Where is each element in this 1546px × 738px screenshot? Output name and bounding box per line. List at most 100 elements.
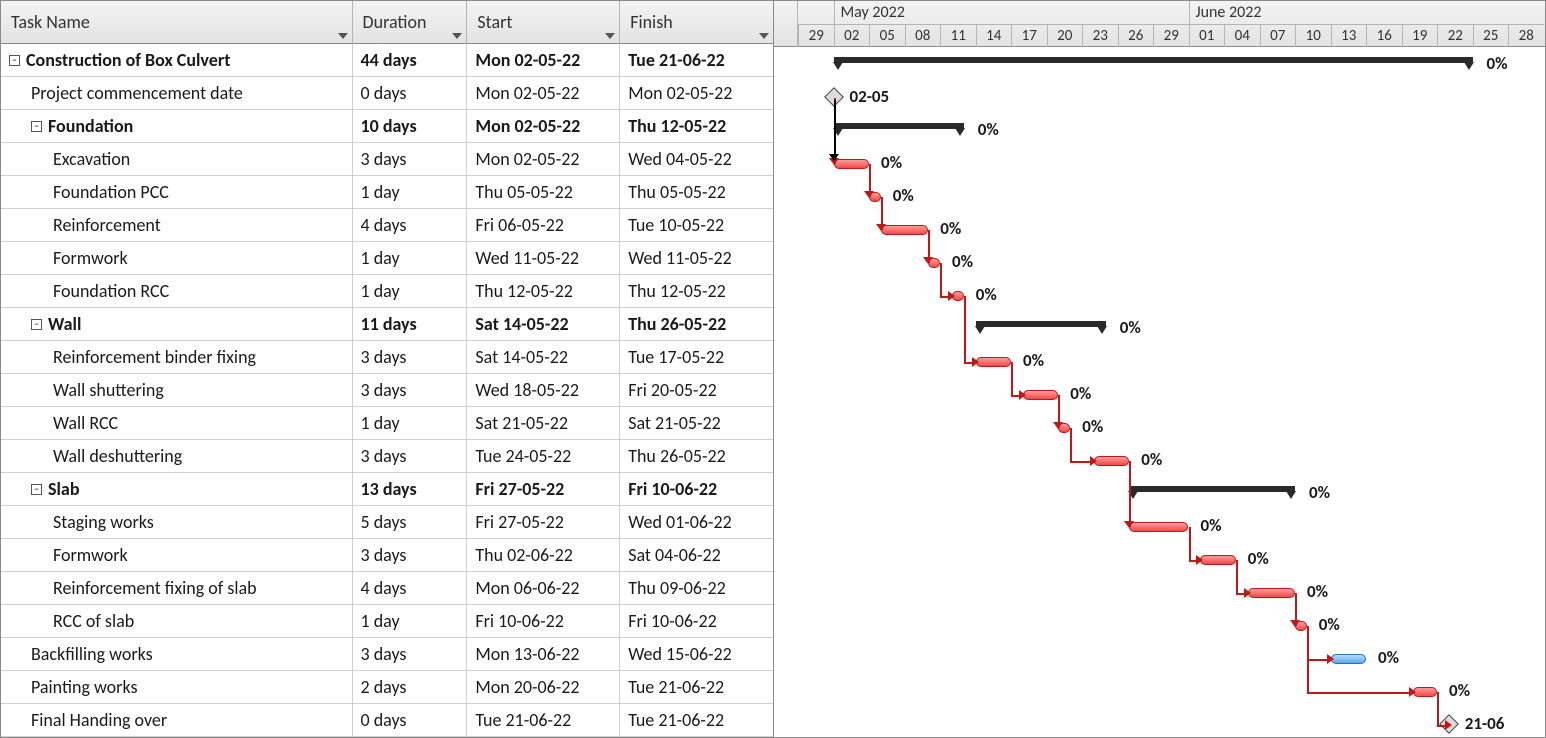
cell-duration[interactable]: 44 days (353, 44, 468, 76)
table-row[interactable]: Wall shuttering3 daysWed 18-05-22Fri 20-… (1, 374, 773, 407)
cell-start[interactable]: Mon 02-05-22 (467, 110, 620, 142)
cell-task-name[interactable]: Final Handing over (1, 704, 353, 736)
cell-task-name[interactable]: Reinforcement binder fixing (1, 341, 353, 373)
table-row[interactable]: Project commencement date0 daysMon 02-05… (1, 77, 773, 110)
cell-finish[interactable]: Wed 01-06-22 (620, 506, 773, 538)
cell-start[interactable]: Fri 06-05-22 (467, 209, 620, 241)
cell-start[interactable]: Mon 02-05-22 (467, 143, 620, 175)
cell-start[interactable]: Fri 27-05-22 (467, 473, 620, 505)
table-row[interactable]: Formwork1 dayWed 11-05-22Wed 11-05-22 (1, 242, 773, 275)
cell-duration[interactable]: 3 days (353, 638, 468, 670)
cell-duration[interactable]: 1 day (353, 275, 468, 307)
cell-duration[interactable]: 4 days (353, 572, 468, 604)
cell-finish[interactable]: Tue 21-06-22 (620, 671, 773, 703)
cell-start[interactable]: Tue 21-06-22 (467, 704, 620, 736)
cell-duration[interactable]: 0 days (353, 704, 468, 736)
table-row[interactable]: −Construction of Box Culvert44 daysMon 0… (1, 44, 773, 77)
cell-task-name[interactable]: Backfilling works (1, 638, 353, 670)
cell-task-name[interactable]: Reinforcement fixing of slab (1, 572, 353, 604)
table-row[interactable]: Foundation PCC1 dayThu 05-05-22Thu 05-05… (1, 176, 773, 209)
cell-finish[interactable]: Tue 10-05-22 (620, 209, 773, 241)
cell-task-name[interactable]: −Construction of Box Culvert (1, 44, 353, 76)
cell-start[interactable]: Thu 05-05-22 (467, 176, 620, 208)
table-row[interactable]: RCC of slab1 dayFri 10-06-22Fri 10-06-22 (1, 605, 773, 638)
cell-start[interactable]: Mon 20-06-22 (467, 671, 620, 703)
task-bar[interactable] (834, 159, 870, 169)
cell-start[interactable]: Sat 14-05-22 (467, 308, 620, 340)
table-row[interactable]: Reinforcement fixing of slab4 daysMon 06… (1, 572, 773, 605)
cell-finish[interactable]: Fri 20-05-22 (620, 374, 773, 406)
cell-duration[interactable]: 10 days (353, 110, 468, 142)
table-row[interactable]: Backfilling works3 daysMon 13-06-22Wed 1… (1, 638, 773, 671)
cell-task-name[interactable]: Wall shuttering (1, 374, 353, 406)
gantt-chart-area[interactable]: 0%02-050%0%0%0%0%0%0%0%0%0%0%0%0%0%0%0%0… (798, 47, 1545, 737)
cell-finish[interactable]: Sat 21-05-22 (620, 407, 773, 439)
dropdown-icon[interactable] (759, 33, 769, 39)
summary-bar[interactable] (976, 321, 1106, 327)
cell-duration[interactable]: 1 day (353, 176, 468, 208)
table-row[interactable]: Painting works2 daysMon 20-06-22Tue 21-0… (1, 671, 773, 704)
cell-task-name[interactable]: Formwork (1, 242, 353, 274)
table-row[interactable]: −Foundation10 daysMon 02-05-22Thu 12-05-… (1, 110, 773, 143)
collapse-toggle[interactable]: − (9, 55, 20, 66)
cell-finish[interactable]: Wed 15-06-22 (620, 638, 773, 670)
cell-task-name[interactable]: −Wall (1, 308, 353, 340)
cell-duration[interactable]: 1 day (353, 242, 468, 274)
task-bar[interactable] (1023, 390, 1059, 400)
table-row[interactable]: Reinforcement4 daysFri 06-05-22Tue 10-05… (1, 209, 773, 242)
cell-start[interactable]: Sat 14-05-22 (467, 341, 620, 373)
dropdown-icon[interactable] (452, 33, 462, 39)
cell-start[interactable]: Fri 10-06-22 (467, 605, 620, 637)
cell-task-name[interactable]: Staging works (1, 506, 353, 538)
cell-start[interactable]: Thu 02-06-22 (467, 539, 620, 571)
table-row[interactable]: −Slab13 daysFri 27-05-22Fri 10-06-22 (1, 473, 773, 506)
task-bar[interactable] (976, 357, 1012, 367)
task-bar[interactable] (1331, 654, 1367, 664)
cell-start[interactable]: Mon 02-05-22 (467, 44, 620, 76)
cell-task-name[interactable]: Excavation (1, 143, 353, 175)
cell-duration[interactable]: 5 days (353, 506, 468, 538)
cell-finish[interactable]: Thu 05-05-22 (620, 176, 773, 208)
cell-start[interactable]: Mon 06-06-22 (467, 572, 620, 604)
summary-bar[interactable] (834, 123, 964, 129)
cell-finish[interactable]: Thu 12-05-22 (620, 275, 773, 307)
col-header-finish[interactable]: Finish (620, 1, 773, 44)
summary-bar[interactable] (1129, 486, 1295, 492)
collapse-toggle[interactable]: − (31, 484, 42, 495)
table-row[interactable]: Reinforcement binder fixing3 daysSat 14-… (1, 341, 773, 374)
cell-duration[interactable]: 3 days (353, 539, 468, 571)
cell-duration[interactable]: 1 day (353, 407, 468, 439)
cell-start[interactable]: Tue 24-05-22 (467, 440, 620, 472)
task-bar[interactable] (1094, 456, 1130, 466)
table-row[interactable]: Formwork3 daysThu 02-06-22Sat 04-06-22 (1, 539, 773, 572)
cell-task-name[interactable]: Wall RCC (1, 407, 353, 439)
cell-task-name[interactable]: −Foundation (1, 110, 353, 142)
dropdown-icon[interactable] (338, 33, 348, 39)
task-bar[interactable] (881, 225, 929, 235)
col-header-duration[interactable]: Duration (353, 1, 468, 44)
cell-duration[interactable]: 2 days (353, 671, 468, 703)
summary-bar[interactable] (834, 57, 1473, 63)
cell-finish[interactable]: Mon 02-05-22 (620, 77, 773, 109)
collapse-toggle[interactable]: − (31, 319, 42, 330)
cell-finish[interactable]: Fri 10-06-22 (620, 605, 773, 637)
cell-task-name[interactable]: RCC of slab (1, 605, 353, 637)
cell-start[interactable]: Wed 18-05-22 (467, 374, 620, 406)
cell-duration[interactable]: 11 days (353, 308, 468, 340)
cell-finish[interactable]: Wed 04-05-22 (620, 143, 773, 175)
cell-duration[interactable]: 3 days (353, 440, 468, 472)
cell-task-name[interactable]: Foundation RCC (1, 275, 353, 307)
cell-start[interactable]: Thu 12-05-22 (467, 275, 620, 307)
cell-task-name[interactable]: Painting works (1, 671, 353, 703)
cell-finish[interactable]: Wed 11-05-22 (620, 242, 773, 274)
cell-duration[interactable]: 3 days (353, 341, 468, 373)
col-header-start[interactable]: Start (467, 1, 620, 44)
cell-task-name[interactable]: Wall deshuttering (1, 440, 353, 472)
cell-task-name[interactable]: −Slab (1, 473, 353, 505)
table-row[interactable]: −Wall11 daysSat 14-05-22Thu 26-05-22 (1, 308, 773, 341)
cell-task-name[interactable]: Reinforcement (1, 209, 353, 241)
cell-start[interactable]: Wed 11-05-22 (467, 242, 620, 274)
cell-finish[interactable]: Tue 21-06-22 (620, 44, 773, 76)
task-bar[interactable] (1200, 555, 1236, 565)
cell-duration[interactable]: 0 days (353, 77, 468, 109)
